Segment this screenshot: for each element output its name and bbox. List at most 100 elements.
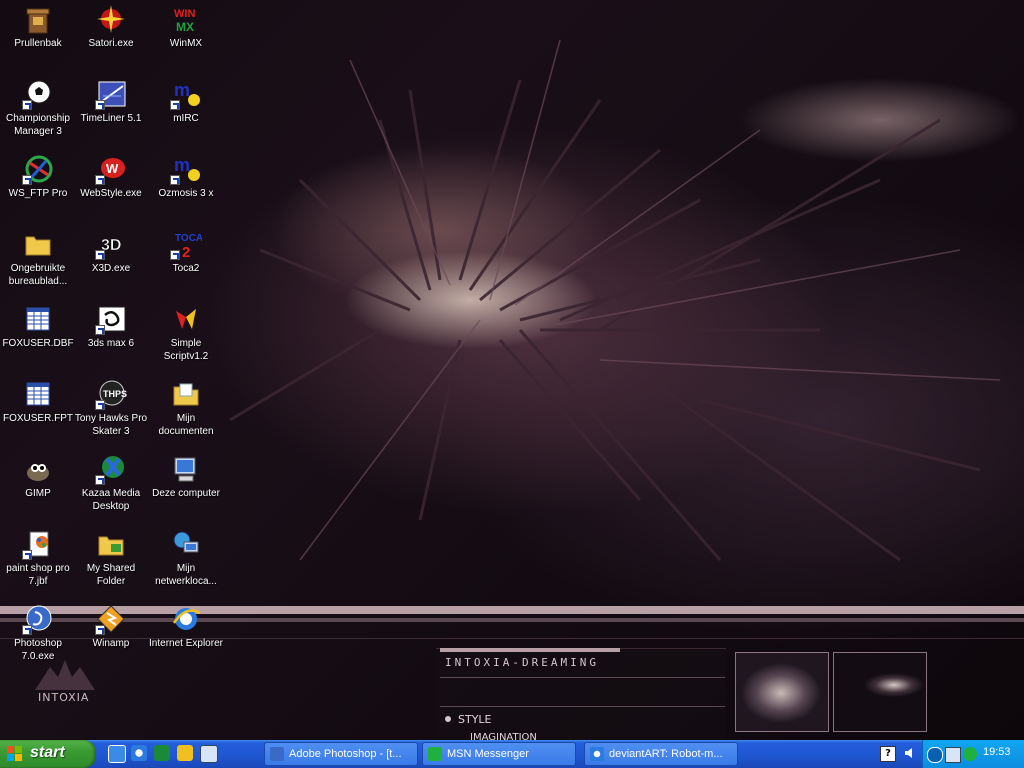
shortcut-arrow-icon	[95, 625, 105, 635]
start-button[interactable]: start	[0, 740, 96, 768]
wallpaper-divider	[440, 677, 725, 678]
wallpaper-divider	[440, 706, 725, 707]
msn-tray-icon[interactable]	[963, 747, 977, 761]
task-label: Adobe Photoshop - [t...	[289, 748, 402, 760]
svg-text:m: m	[174, 155, 190, 175]
icon-label: paint shop pro 7.jbf	[6, 563, 70, 587]
desktop-icon-unused-shortcuts[interactable]: Ongebruikte bureaublad...	[0, 228, 76, 288]
internet-explorer-icon	[172, 608, 201, 630]
recycle-bin-icon	[26, 8, 50, 34]
desktop-icon-photoshop[interactable]: Photoshop 7.0.exe	[0, 603, 76, 663]
desktop-icon-winamp[interactable]: Winamp	[73, 603, 149, 650]
wallpaper-thumbnail	[735, 652, 829, 732]
winamp-icon	[95, 603, 127, 635]
desktop-icon-3ds-max[interactable]: 3ds max 6	[73, 303, 149, 350]
x3d-icon: 3D	[95, 228, 127, 260]
simple-script-icon	[176, 309, 196, 329]
paint-shop-pro-icon	[22, 528, 54, 560]
icon-label: WinMX	[169, 38, 203, 49]
icon-label: X3D.exe	[91, 263, 131, 274]
desktop-icon-my-documents[interactable]: Mijn documenten	[148, 378, 224, 438]
desktop-icon-ozmosis[interactable]: m Ozmosis 3 x	[148, 153, 224, 200]
desktop-icon-webstyle[interactable]: W WebStyle.exe	[73, 153, 149, 200]
icon-label: GIMP	[25, 488, 51, 499]
shortcut-arrow-icon	[95, 100, 105, 110]
soccer-ball-icon	[22, 78, 54, 110]
icon-label: Toca2	[172, 263, 200, 274]
taskbar-button-msn-messenger[interactable]: MSN Messenger	[422, 742, 576, 766]
icon-label: Championship Manager 3	[6, 113, 70, 137]
kazaa-icon	[95, 453, 127, 485]
taskbar-button-photoshop[interactable]: Adobe Photoshop - [t...	[264, 742, 418, 766]
chevron-left-icon[interactable]	[927, 747, 943, 763]
network-places-icon	[173, 531, 199, 553]
photoshop-icon	[270, 747, 284, 761]
speaker-icon[interactable]	[904, 747, 916, 759]
quicklaunch-kazaa-icon[interactable]	[154, 745, 170, 761]
icon-label: Winamp	[92, 638, 130, 649]
desktop-icon-network-places[interactable]: Mijn netwerkloca...	[148, 528, 224, 588]
quicklaunch-desktop-icon[interactable]	[200, 745, 218, 763]
desktop-icon-mirc[interactable]: m mIRC	[148, 78, 224, 125]
desktop-icon-championship-manager[interactable]: Championship Manager 3	[0, 78, 76, 138]
icon-label: Tony Hawks Pro Skater 3	[74, 413, 148, 437]
shared-folder-icon	[98, 536, 124, 556]
desktop-icon-ws-ftp[interactable]: WS_FTP Pro	[0, 153, 76, 200]
clock[interactable]: 19:53	[983, 746, 1011, 758]
svg-text:WIN: WIN	[174, 8, 195, 20]
desktop-icon-kazaa[interactable]: Kazaa Media Desktop	[73, 453, 149, 513]
quicklaunch-outlook-icon[interactable]	[108, 745, 126, 763]
svg-text:m: m	[174, 80, 190, 100]
icon-label: 3ds max 6	[87, 338, 135, 349]
svg-text:MX: MX	[176, 20, 194, 34]
desktop-icon-timeliner[interactable]: TimeLiner 5.1	[73, 78, 149, 125]
gimp-icon	[27, 464, 49, 481]
desktop-icon-tony-hawk[interactable]: THPS Tony Hawks Pro Skater 3	[73, 378, 149, 438]
mirc-icon: m	[170, 78, 202, 110]
shortcut-arrow-icon	[95, 475, 105, 485]
task-label: MSN Messenger	[447, 748, 529, 760]
documents-folder-icon	[173, 383, 199, 406]
computer-icon	[174, 457, 196, 482]
icon-label: Mijn netwerkloca...	[155, 563, 217, 587]
icon-label: Satori.exe	[88, 38, 134, 49]
taskbar-button-deviantart[interactable]: deviantART: Robot-m...	[584, 742, 738, 766]
desktop-icon-paint-shop-pro[interactable]: paint shop pro 7.jbf	[0, 528, 76, 588]
3ds-max-icon	[95, 303, 127, 335]
icon-label: FOXUSER.FPT	[2, 413, 73, 424]
wallpaper-title-bar	[440, 648, 620, 652]
shortcut-arrow-icon	[170, 250, 180, 260]
desktop-icon-my-computer[interactable]: Deze computer	[148, 453, 224, 500]
desktop: INTOXIA-DREAMING STYLE IMAGINATION INTOX…	[0, 0, 1024, 740]
shortcut-arrow-icon	[22, 625, 32, 635]
desktop-icon-satori[interactable]: Satori.exe	[73, 3, 149, 50]
desktop-icon-simple-script[interactable]: Simple Scriptv1.2	[148, 303, 224, 363]
wallpaper-menu-item: STYLE	[458, 713, 492, 726]
quicklaunch-media-icon[interactable]	[177, 745, 193, 761]
help-icon[interactable]: ?	[880, 746, 896, 762]
shortcut-arrow-icon	[95, 175, 105, 185]
ozmosis-icon: m	[170, 153, 202, 185]
desktop-icon-winmx[interactable]: WIN MX WinMX	[148, 3, 224, 50]
desktop-icon-foxuser-dbf[interactable]: FOXUSER.DBF	[0, 303, 76, 350]
desktop-icon-my-shared-folder[interactable]: My Shared Folder	[73, 528, 149, 588]
shortcut-arrow-icon	[170, 100, 180, 110]
desktop-icon-foxuser-fpt[interactable]: FOXUSER.FPT	[0, 378, 76, 425]
toca-icon: TOCA 2	[170, 228, 203, 261]
desktop-icon-toca2[interactable]: TOCA 2 Toca2	[148, 228, 224, 275]
icon-label: Ongebruikte bureaublad...	[8, 263, 68, 287]
quicklaunch-ie-icon[interactable]	[131, 745, 147, 761]
desktop-icon-internet-explorer[interactable]: Internet Explorer	[148, 603, 224, 650]
tony-hawk-icon: THPS	[95, 378, 127, 410]
icon-label: Photoshop 7.0.exe	[14, 638, 62, 662]
shortcut-arrow-icon	[95, 250, 105, 260]
desktop-icon-recycle-bin[interactable]: Prullenbak	[0, 3, 76, 50]
ie-icon	[590, 747, 604, 761]
start-label: start	[30, 744, 65, 761]
network-icon[interactable]	[945, 747, 961, 763]
svg-text:2: 2	[182, 244, 190, 260]
desktop-icon-x3d[interactable]: 3D X3D.exe	[73, 228, 149, 275]
satori-icon	[97, 5, 125, 33]
desktop-icon-gimp[interactable]: GIMP	[0, 453, 76, 500]
icon-label: TimeLiner 5.1	[80, 113, 142, 124]
